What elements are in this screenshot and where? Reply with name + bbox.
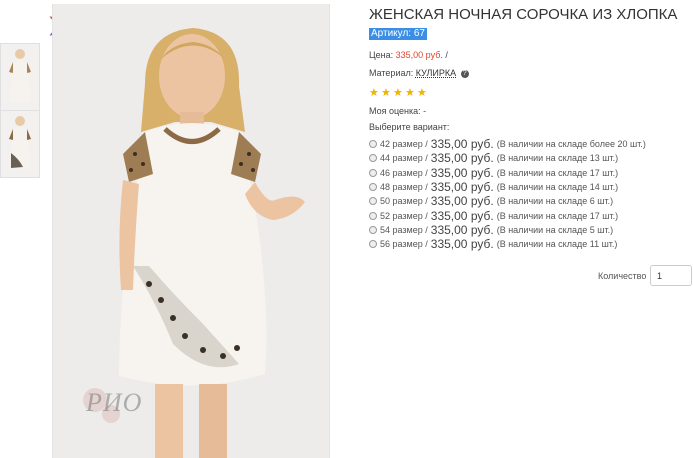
variant-size: 46 размер bbox=[380, 167, 423, 178]
price-separator: / bbox=[445, 50, 448, 60]
my-rating: Моя оценка: - bbox=[369, 106, 427, 116]
star-icon[interactable]: ★ bbox=[393, 88, 404, 99]
radio-button[interactable] bbox=[369, 197, 377, 206]
variant-stock: (В наличии на складе 6 шт.) bbox=[496, 196, 614, 207]
choose-variant-label: Выберите вариант: bbox=[369, 122, 450, 132]
variant-separator: / bbox=[425, 210, 428, 221]
variant-option[interactable]: 44 размер / 335,00 руб. (В наличии на ск… bbox=[369, 151, 646, 165]
variant-stock: (В наличии на складе более 20 шт.) bbox=[496, 139, 646, 150]
variant-size: 44 размер bbox=[380, 153, 423, 164]
rating-stars[interactable]: ★ ★ ★ ★ ★ bbox=[369, 88, 428, 99]
variant-size: 54 размер bbox=[380, 224, 423, 235]
variant-price: 335,00 руб. bbox=[430, 151, 494, 166]
variant-price: 335,00 руб. bbox=[430, 194, 494, 209]
variant-price: 335,00 руб. bbox=[430, 237, 494, 252]
variant-separator: / bbox=[425, 224, 428, 235]
variant-option[interactable]: 46 размер / 335,00 руб. (В наличии на ск… bbox=[369, 166, 646, 180]
variant-stock: (В наличии на складе 14 шт.) bbox=[496, 182, 619, 193]
product-title: ЖЕНСКАЯ НОЧНАЯ СОРОЧКА ИЗ ХЛОПКА bbox=[369, 6, 678, 23]
variant-separator: / bbox=[425, 139, 428, 150]
radio-button[interactable] bbox=[369, 140, 377, 149]
variant-stock: (В наличии на складе 13 шт.) bbox=[496, 153, 619, 164]
star-icon[interactable]: ★ bbox=[417, 88, 428, 99]
variant-option[interactable]: 54 размер / 335,00 руб. (В наличии на ск… bbox=[369, 223, 646, 237]
radio-button[interactable] bbox=[369, 154, 377, 163]
radio-button[interactable] bbox=[369, 168, 377, 177]
variant-option[interactable]: 56 размер / 335,00 руб. (В наличии на ск… bbox=[369, 237, 646, 251]
variant-separator: / bbox=[425, 239, 428, 250]
variant-size: 48 размер bbox=[380, 182, 423, 193]
radio-button[interactable] bbox=[369, 240, 377, 249]
material-label: Материал: bbox=[369, 68, 414, 78]
material-link[interactable]: КУЛИРКА bbox=[416, 68, 456, 78]
price-row: Цена: 335,00 руб. / bbox=[369, 50, 448, 60]
star-icon[interactable]: ★ bbox=[405, 88, 416, 99]
variant-price: 335,00 руб. bbox=[430, 222, 494, 237]
watermark-text: РИО bbox=[86, 388, 143, 417]
thumbnail-2[interactable] bbox=[0, 110, 40, 178]
radio-button[interactable] bbox=[369, 211, 377, 220]
variant-option[interactable]: 50 размер / 335,00 руб. (В наличии на ск… bbox=[369, 194, 646, 208]
thumbnail-1[interactable] bbox=[0, 43, 40, 111]
variant-separator: / bbox=[425, 167, 428, 178]
variant-price: 335,00 руб. bbox=[430, 137, 494, 152]
variant-price: 335,00 руб. bbox=[430, 180, 494, 195]
variant-stock: (В наличии на складе 17 шт.) bbox=[496, 167, 619, 178]
material-row: Материал: КУЛИРКА ? bbox=[369, 68, 469, 78]
thumbnail-strip bbox=[0, 0, 42, 458]
variant-separator: / bbox=[425, 196, 428, 207]
variant-stock: (В наличии на складе 5 шт.) bbox=[496, 224, 614, 235]
variant-price: 335,00 руб. bbox=[430, 165, 494, 180]
quantity-label: Количество bbox=[598, 271, 647, 281]
variant-size: 50 размер bbox=[380, 196, 423, 207]
radio-button[interactable] bbox=[369, 225, 377, 234]
quantity-input[interactable]: 1 bbox=[650, 265, 692, 286]
variant-stock: (В наличии на складе 11 шт.) bbox=[496, 239, 618, 250]
variant-separator: / bbox=[425, 153, 428, 164]
variant-option[interactable]: 52 размер / 335,00 руб. (В наличии на ск… bbox=[369, 208, 646, 223]
variant-size: 56 размер bbox=[380, 239, 423, 250]
variant-size: 42 размер bbox=[380, 139, 423, 150]
star-icon[interactable]: ★ bbox=[381, 88, 392, 99]
product-sku: Артикул: 67 bbox=[369, 28, 427, 40]
variant-list: 42 размер / 335,00 руб. (В наличии на ск… bbox=[369, 137, 646, 251]
variant-size: 52 размер bbox=[380, 210, 423, 221]
price-label: Цена: bbox=[369, 50, 394, 60]
price-value: 335,00 руб. bbox=[395, 50, 443, 60]
variant-separator: / bbox=[425, 182, 428, 193]
variant-option[interactable]: 42 размер / 335,00 руб. (В наличии на ск… bbox=[369, 137, 646, 151]
help-icon[interactable]: ? bbox=[460, 69, 469, 78]
variant-option[interactable]: 48 размер / 335,00 руб. (В наличии на ск… bbox=[369, 180, 646, 194]
variant-stock: (В наличии на складе 17 шт.) bbox=[496, 210, 619, 221]
variant-price: 335,00 руб. bbox=[430, 208, 494, 223]
star-icon[interactable]: ★ bbox=[369, 88, 380, 99]
radio-button[interactable] bbox=[369, 183, 377, 192]
